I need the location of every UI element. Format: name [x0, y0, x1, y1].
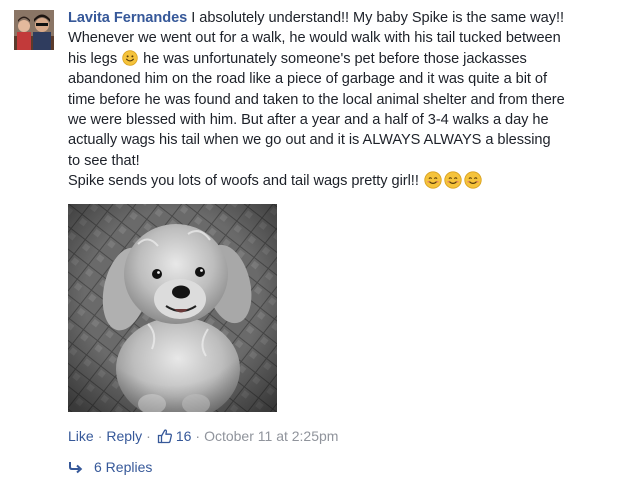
comment-line: actually wags his tail when we go out an…: [68, 132, 551, 149]
reply-arrow-icon: [69, 462, 83, 474]
comment-line: Spike sends you lots of woofs and tail w…: [68, 171, 634, 191]
separator: ·: [146, 428, 151, 444]
thumbs-up-icon[interactable]: [157, 428, 173, 444]
reply-link[interactable]: Reply: [106, 428, 142, 444]
comment-line: time before he was found and taken to th…: [68, 91, 565, 108]
comment-line: to see that!: [68, 152, 140, 169]
blush-emoji-icon: [444, 171, 462, 189]
view-replies-link[interactable]: 6 Replies: [68, 457, 152, 477]
timestamp[interactable]: October 11 at 2:25pm: [204, 428, 338, 444]
separator: ·: [195, 428, 201, 444]
avatar-image: [14, 10, 54, 50]
author-name[interactable]: Lavita Fernandes: [68, 10, 187, 26]
dog-photo-image: [68, 204, 277, 412]
avatar[interactable]: [14, 10, 54, 50]
blush-emoji-icon: [424, 171, 442, 189]
comment-actions: Like · Reply · 16 · October 11 at 2:25pm: [68, 426, 338, 446]
like-link[interactable]: Like: [68, 428, 94, 444]
comment-line: his legs he was unfortunately someone's …: [68, 49, 634, 69]
comment-line: we were blessed with him. But after a ye…: [68, 112, 549, 129]
blush-emoji-icon: [464, 171, 482, 189]
comment-line: Lavita Fernandes I absolutely understand…: [68, 8, 634, 28]
dog-photo[interactable]: [68, 204, 277, 412]
like-count[interactable]: 16: [176, 428, 192, 444]
separator: ·: [97, 428, 103, 444]
comment-text: Lavita Fernandes I absolutely understand…: [68, 8, 634, 192]
comment-line-text: Spike sends you lots of woofs and tail w…: [68, 173, 419, 190]
comment-body: Lavita Fernandes I absolutely understand…: [68, 8, 634, 475]
comment-line-text: his legs: [68, 50, 118, 67]
replies-label: 6 Replies: [94, 459, 153, 475]
smiley-emoji-icon: [122, 50, 138, 66]
comment-line-text: I absolutely understand!! My baby Spike …: [191, 10, 564, 26]
comment-line: Whenever we went out for a walk, he woul…: [68, 30, 561, 47]
comment-line-text: he was unfortunately someone's pet befor…: [143, 50, 527, 67]
comment-line: abandoned him on the road like a piece o…: [68, 71, 547, 88]
